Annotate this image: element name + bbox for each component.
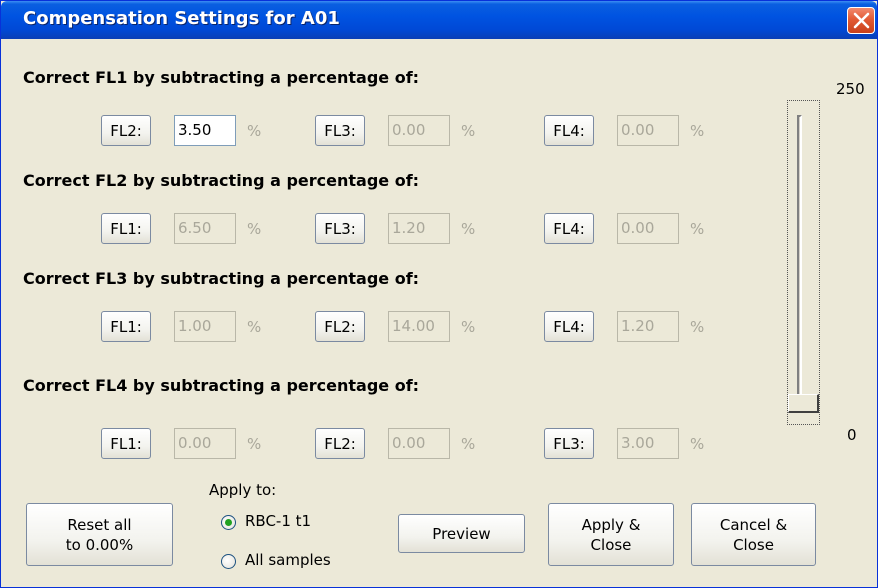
preview-button[interactable]: Preview (398, 514, 525, 553)
fl4-fl3-button[interactable]: FL3: (544, 428, 594, 459)
title-bar[interactable]: Compensation Settings for A01 (1, 1, 877, 39)
fl4-fl2-button[interactable]: FL2: (315, 428, 365, 459)
slider-focus-frame (787, 100, 820, 425)
slider-max-label: 250 (836, 80, 865, 98)
fl3-fl1-button[interactable]: FL1: (101, 311, 151, 342)
reset-all-button[interactable]: Reset all to 0.00% (26, 503, 173, 566)
fl2-fl1-input: 6.50 (174, 213, 236, 244)
fl2-fl4-button[interactable]: FL4: (544, 213, 594, 244)
fl2-fl1-button[interactable]: FL1: (101, 213, 151, 244)
percent-label: % (247, 318, 262, 336)
fl1-fl4-input: 0.00 (617, 115, 679, 146)
reset-label-line2: to 0.00% (65, 535, 134, 554)
fl1-fl3-button[interactable]: FL3: (315, 115, 365, 146)
apply-to-label: Apply to: (209, 481, 277, 499)
apply-close-label-line1: Apply & (581, 515, 641, 534)
cancel-close-label-line1: Cancel & (719, 515, 788, 534)
slider-track[interactable] (797, 115, 802, 410)
fl2-fl4-input: 0.00 (617, 213, 679, 244)
percent-label: % (690, 122, 705, 140)
cancel-close-button[interactable]: Cancel & Close (691, 503, 816, 566)
percent-label: % (461, 435, 476, 453)
radio-selected-dot (225, 519, 232, 526)
section-title-fl3: Correct FL3 by subtracting a percentage … (23, 269, 420, 288)
fl2-fl3-input: 1.20 (388, 213, 450, 244)
radio-all-samples[interactable] (221, 554, 236, 569)
dialog-window: Compensation Settings for A01 Correct FL… (0, 0, 878, 588)
fl1-fl2-button[interactable]: FL2: (101, 115, 151, 146)
fl1-fl3-input: 0.00 (388, 115, 450, 146)
fl4-fl3-input: 3.00 (617, 428, 679, 459)
percent-label: % (690, 220, 705, 238)
percent-label: % (247, 435, 262, 453)
slider-min-label: 0 (847, 426, 857, 444)
section-title-fl4: Correct FL4 by subtracting a percentage … (23, 376, 420, 395)
slider-thumb[interactable] (788, 394, 819, 413)
fl4-fl1-input: 0.00 (174, 428, 236, 459)
percent-label: % (461, 122, 476, 140)
fl3-fl4-input: 1.20 (617, 311, 679, 342)
fl3-fl2-input: 14.00 (388, 311, 450, 342)
cancel-close-label-line2: Close (733, 535, 774, 554)
percent-label: % (461, 220, 476, 238)
fl3-fl4-button[interactable]: FL4: (544, 311, 594, 342)
fl2-fl3-button[interactable]: FL3: (315, 213, 365, 244)
percent-label: % (690, 435, 705, 453)
fl4-fl2-input: 0.00 (388, 428, 450, 459)
percent-label: % (690, 318, 705, 336)
fl4-fl1-button[interactable]: FL1: (101, 428, 151, 459)
radio-rbc-1-t1[interactable] (221, 515, 236, 530)
fl1-fl2-input[interactable]: 3.50 (174, 115, 236, 146)
percent-label: % (247, 122, 262, 140)
close-button[interactable] (847, 7, 875, 34)
section-title-fl1: Correct FL1 by subtracting a percentage … (23, 68, 420, 87)
close-icon (853, 12, 870, 29)
apply-close-button[interactable]: Apply & Close (548, 503, 674, 566)
percent-label: % (461, 318, 476, 336)
section-title-fl2: Correct FL2 by subtracting a percentage … (23, 171, 420, 190)
radio-label-rbc-1-t1[interactable]: RBC-1 t1 (245, 512, 311, 530)
preview-label: Preview (432, 524, 491, 543)
fl3-fl1-input: 1.00 (174, 311, 236, 342)
reset-label-line1: Reset all (67, 515, 132, 534)
fl3-fl2-button[interactable]: FL2: (315, 311, 365, 342)
radio-label-all-samples[interactable]: All samples (245, 551, 331, 569)
window-title: Compensation Settings for A01 (23, 8, 340, 29)
fl1-fl4-button[interactable]: FL4: (544, 115, 594, 146)
percent-label: % (247, 220, 262, 238)
apply-close-label-line2: Close (590, 535, 632, 554)
